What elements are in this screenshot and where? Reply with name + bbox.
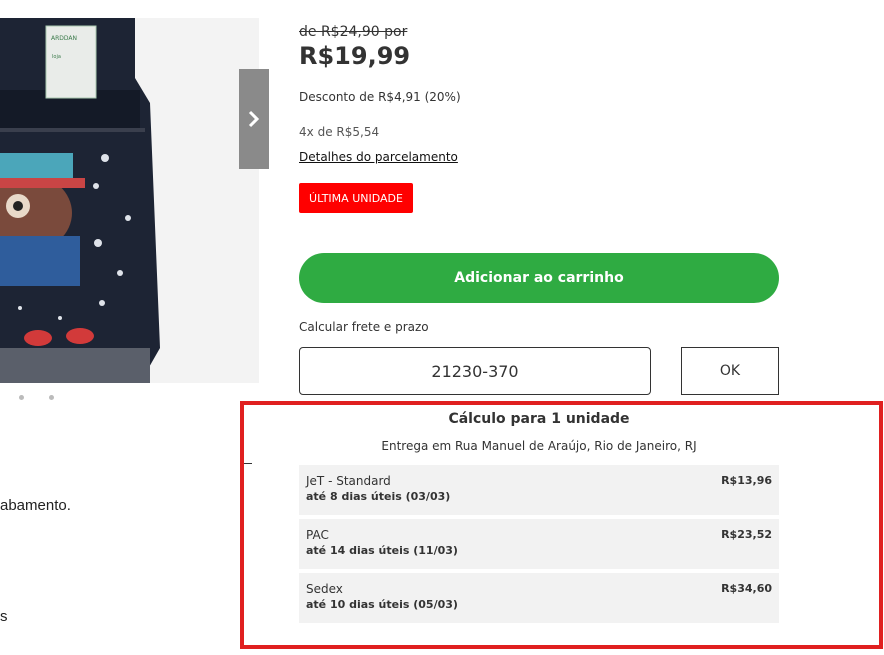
shipping-result-title: Cálculo para 1 unidade — [448, 411, 630, 427]
shipping-option[interactable]: JeT - Standard até 8 dias úteis (03/03) … — [299, 465, 779, 515]
installments-count: 4x — [299, 125, 314, 139]
shipping-option-time: até 14 dias úteis (11/03) — [306, 544, 458, 557]
shipping-option-name: Sedex — [306, 582, 343, 596]
shipping-option-price: R$23,52 — [721, 528, 772, 541]
delivery-address: Entrega em Rua Manuel de Araújo, Rio de … — [381, 439, 697, 453]
shipping-option-price: R$13,96 — [721, 474, 772, 487]
chevron-right-icon — [248, 110, 260, 128]
shipping-option[interactable]: Sedex até 10 dias úteis (05/03) R$34,60 — [299, 573, 779, 623]
add-to-cart-button[interactable]: Adicionar ao carrinho — [299, 253, 779, 303]
product-photo: ARDDAN loja — [0, 18, 259, 383]
shipping-option-name: PAC — [306, 528, 329, 542]
svg-text:ARDDAN: ARDDAN — [51, 35, 77, 42]
shipping-option-time: até 10 dias úteis (05/03) — [306, 598, 458, 611]
installments-text: 4x de R$5,54 — [299, 125, 379, 139]
shipping-label: Calcular frete e prazo — [299, 320, 429, 334]
discount-text: Desconto de R$4,91 (20%) — [299, 90, 461, 104]
last-unit-badge: ÚLTIMA UNIDADE — [299, 183, 413, 213]
carousel-next-button[interactable] — [239, 69, 269, 169]
calculate-shipping-button[interactable]: OK — [681, 347, 779, 395]
installments-de: de — [317, 125, 333, 139]
shipping-option-time: até 8 dias úteis (03/03) — [306, 490, 451, 503]
svg-text:loja: loja — [52, 54, 61, 60]
shipping-option-price: R$34,60 — [721, 582, 772, 595]
product-image[interactable]: ARDDAN loja — [0, 18, 259, 383]
carousel-dot[interactable] — [19, 395, 24, 400]
old-price: de R$24,90 por — [299, 24, 408, 40]
cep-input[interactable] — [299, 347, 651, 395]
description-text: s — [0, 608, 8, 625]
installment-details-link[interactable]: Detalhes do parcelamento — [299, 150, 458, 164]
description-text: abamento. — [0, 497, 71, 514]
shipping-option[interactable]: PAC até 14 dias úteis (11/03) R$23,52 — [299, 519, 779, 569]
carousel-dot[interactable] — [49, 395, 54, 400]
current-price: R$19,99 — [299, 42, 411, 70]
installments-value: R$5,54 — [336, 125, 380, 139]
divider — [244, 463, 252, 464]
carousel-dots — [19, 395, 54, 400]
shipping-option-name: JeT - Standard — [306, 474, 391, 488]
